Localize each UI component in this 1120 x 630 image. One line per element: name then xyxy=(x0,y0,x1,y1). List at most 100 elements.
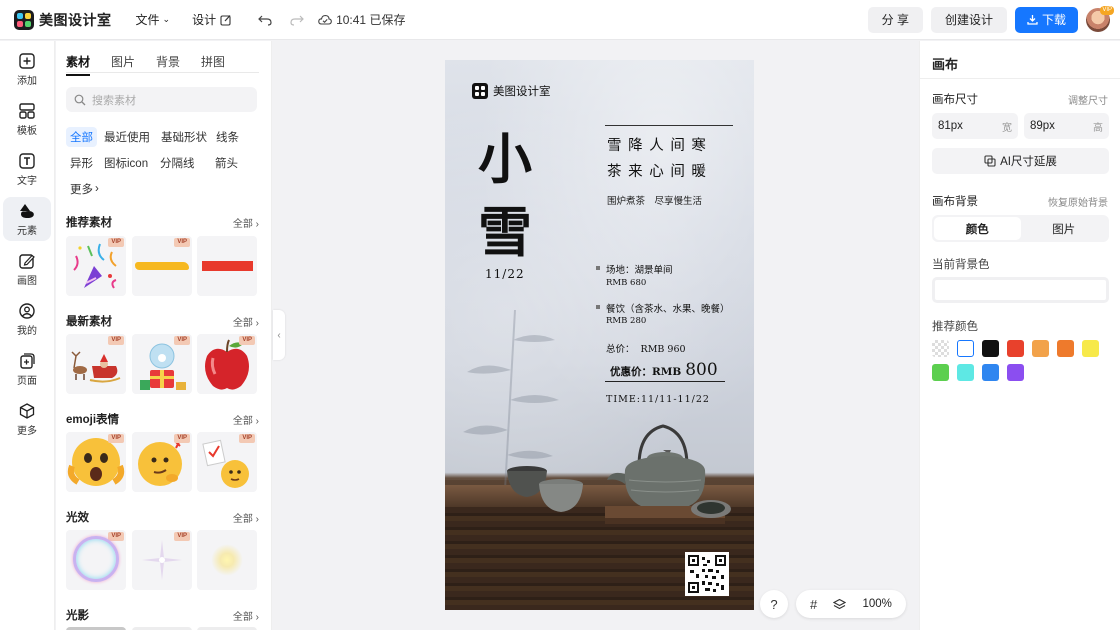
rail-item-text[interactable]: 文字 xyxy=(3,147,51,191)
asset-red-bar[interactable] xyxy=(197,236,257,296)
rail-label-text: 文字 xyxy=(17,175,37,187)
chip-icons[interactable]: 图标icon xyxy=(100,153,152,173)
swatch-black[interactable] xyxy=(982,340,999,357)
swatch-transparent[interactable] xyxy=(932,340,949,357)
poster-brand: 美图设计室 xyxy=(472,83,551,99)
resize-link[interactable]: 调整尺寸 xyxy=(1068,92,1108,107)
help-icon: ? xyxy=(770,596,778,612)
see-all-label: 全部 xyxy=(232,218,253,230)
rail-item-page[interactable]: 页面 xyxy=(3,347,51,391)
grid-icon[interactable]: # xyxy=(810,597,817,612)
poster-venue-price: RMB 680 xyxy=(606,278,647,288)
ai-expand-button[interactable]: AI尺寸延展 xyxy=(932,148,1109,174)
panel-title: 画布 xyxy=(932,57,959,72)
chip-arrows[interactable]: 箭头 xyxy=(211,153,242,173)
restore-bg-link[interactable]: 恢复原始背景 xyxy=(1048,194,1108,209)
download-label: 下载 xyxy=(1041,13,1066,27)
asset-red-apple[interactable]: VIP xyxy=(197,334,257,394)
design-menu[interactable]: 设计 xyxy=(192,11,232,28)
current-bg-swatch[interactable] xyxy=(932,277,1109,303)
rail-item-elements[interactable]: 元素 xyxy=(3,197,51,241)
rail-label-more: 更多 xyxy=(17,425,37,437)
section-light-effects-header: 光效 全部 › xyxy=(66,509,259,525)
rail-label-mine: 我的 xyxy=(17,325,37,337)
see-all-label: 全部 xyxy=(232,317,253,329)
see-all-link[interactable]: 全部 › xyxy=(233,412,259,427)
avatar[interactable]: VIP xyxy=(1086,5,1114,32)
segment-color[interactable]: 颜色 xyxy=(934,217,1021,240)
help-button[interactable]: ? xyxy=(760,590,788,618)
see-all-label: 全部 xyxy=(232,611,253,623)
template-icon xyxy=(19,102,35,119)
asset-sparkle[interactable]: VIP xyxy=(132,530,192,590)
qr-code-image xyxy=(688,555,726,593)
shapes-icon xyxy=(20,203,34,218)
draw-icon xyxy=(19,253,35,269)
app-logo[interactable]: 美图设计室 xyxy=(14,9,112,30)
rail-item-add[interactable]: 添加 xyxy=(3,47,51,91)
swatch-purple[interactable] xyxy=(1007,364,1024,381)
swatch-white[interactable] xyxy=(957,340,974,357)
chip-basic-shapes[interactable]: 基础形状 xyxy=(157,127,211,147)
collapse-panel-button[interactable]: ‹ xyxy=(273,310,285,360)
swatch-green[interactable] xyxy=(932,364,949,381)
chip-more[interactable]: 更多 › xyxy=(66,179,103,199)
swatch-light-orange[interactable] xyxy=(1032,340,1049,357)
search-input[interactable]: 搜索素材 xyxy=(66,87,257,112)
rail-item-template[interactable]: 模板 xyxy=(3,97,51,141)
chip-irregular[interactable]: 异形 xyxy=(66,153,97,173)
file-menu[interactable]: 文件 ⌄ xyxy=(136,11,171,28)
undo-button[interactable] xyxy=(258,14,272,26)
swatch-cyan[interactable] xyxy=(957,364,974,381)
chip-recent[interactable]: 最近使用 xyxy=(100,127,154,147)
qr-code xyxy=(685,552,729,596)
asset-bubble[interactable]: VIP xyxy=(66,530,126,590)
asset-party-popper[interactable]: VIP xyxy=(66,236,126,296)
cube-icon xyxy=(19,402,35,419)
see-all-link[interactable]: 全部 › xyxy=(233,215,259,230)
swatch-blue[interactable] xyxy=(982,364,999,381)
width-field[interactable]: 81px 宽 xyxy=(932,113,1018,139)
swatch-red[interactable] xyxy=(1007,340,1024,357)
chip-dividers[interactable]: 分隔线 xyxy=(156,153,199,173)
swatch-orange[interactable] xyxy=(1057,340,1074,357)
chip-lines[interactable]: 线条 xyxy=(212,127,243,147)
download-button[interactable]: 下载 xyxy=(1014,6,1078,33)
swatch-yellow[interactable] xyxy=(1082,340,1099,357)
see-all-label: 全部 xyxy=(232,415,253,427)
see-all-link[interactable]: 全部 › xyxy=(233,608,259,623)
height-field[interactable]: 89px 高 xyxy=(1024,113,1109,139)
asset-glow[interactable] xyxy=(197,530,257,590)
poster-canvas[interactable]: 美图设计室 小 雪 11/22 雪 降 人 间 寒 茶 来 心 间 暖 围炉煮茶… xyxy=(445,60,754,610)
vip-badge: VIP xyxy=(108,532,124,541)
see-all-link[interactable]: 全部 › xyxy=(233,314,259,329)
section-title: 推荐素材 xyxy=(66,217,112,229)
rail-item-draw[interactable]: 画图 xyxy=(3,247,51,291)
asset-emoji-checklist[interactable]: VIP xyxy=(197,432,257,492)
rail-item-more[interactable]: 更多 xyxy=(3,397,51,441)
asset-yellow-stroke[interactable]: VIP xyxy=(132,236,192,296)
chip-all[interactable]: 全部 xyxy=(66,127,97,147)
design-menu-label: 设计 xyxy=(192,13,217,27)
height-unit: 高 xyxy=(1093,122,1103,134)
rail-item-mine[interactable]: 我的 xyxy=(3,297,51,341)
asset-snow-globe-gift[interactable]: VIP xyxy=(132,334,192,394)
create-design-button[interactable]: 创建设计 xyxy=(930,6,1007,33)
poster-food: 餐饮（含茶水、水果、晚餐） xyxy=(606,304,730,315)
layers-icon[interactable] xyxy=(833,598,847,611)
asset-emoji-shocked[interactable]: VIP xyxy=(66,432,126,492)
vip-badge: VIP xyxy=(174,238,190,247)
asset-emoji-thinking[interactable]: VIP xyxy=(132,432,192,492)
vip-badge: VIP xyxy=(239,434,255,443)
see-all-link[interactable]: 全部 › xyxy=(233,510,259,525)
text-icon xyxy=(19,152,35,169)
cloud-check-icon xyxy=(318,14,332,25)
current-bg-label: 当前背景色 xyxy=(932,259,990,271)
zoom-level[interactable]: 100% xyxy=(863,598,892,610)
section-recommended-header: 推荐素材 全部 › xyxy=(66,214,259,230)
user-icon xyxy=(19,302,35,319)
redo-button[interactable] xyxy=(290,14,304,26)
segment-image[interactable]: 图片 xyxy=(1021,217,1108,240)
share-button[interactable]: 分 享 xyxy=(867,6,923,33)
asset-reindeer-sleigh[interactable]: VIP xyxy=(66,334,126,394)
